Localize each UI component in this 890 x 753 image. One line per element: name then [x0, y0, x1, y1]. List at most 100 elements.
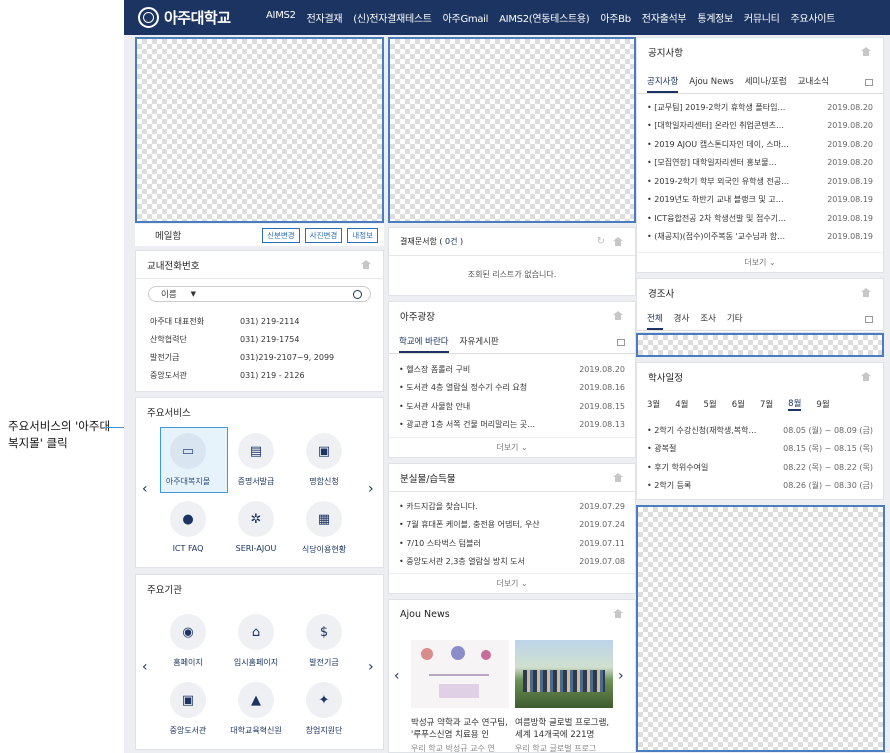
institution-item[interactable]: ✦ 창업지원단: [290, 677, 358, 745]
list-item[interactable]: • 2019 AJOU 캡스톤디자인 데이, 스마… 2019.08.20: [637, 135, 883, 154]
services-prev-arrow[interactable]: ‹: [142, 481, 148, 497]
list-item-title[interactable]: • 2019 AJOU 캡스톤디자인 데이, 스마…: [647, 139, 789, 150]
tab[interactable]: 학교에 바란다: [399, 335, 449, 353]
nav-item[interactable]: 전자결재: [307, 10, 343, 25]
news-next-arrow[interactable]: ›: [618, 668, 624, 684]
tab[interactable]: 기타: [727, 312, 743, 330]
service-item[interactable]: ✲ SERI-AJOU: [222, 496, 290, 564]
news-prev-arrow[interactable]: ‹: [394, 668, 400, 684]
expand-icon[interactable]: [617, 339, 625, 346]
nav-item[interactable]: 아주Bb: [600, 10, 631, 25]
news-item-2[interactable]: 여름방학 글로벌 프로그램, 세계 14개국에 221명 우리 학교 글로벌 프…: [515, 640, 613, 752]
status-change-button[interactable]: 신분변경: [262, 227, 300, 243]
home-icon[interactable]: [613, 609, 623, 619]
plaza-more-button[interactable]: 더보기 ⌄: [389, 437, 635, 457]
tab[interactable]: 교내소식: [798, 75, 829, 93]
list-item[interactable]: • 후기 학위수여일 08.22 (목) ~ 08.22 (목): [637, 458, 883, 477]
list-item[interactable]: • [대학일자리센터] 온라인 취업콘텐츠… 2019.08.20: [637, 117, 883, 136]
home-icon[interactable]: [613, 311, 623, 321]
list-item-title[interactable]: • 카드지갑을 찾습니다.: [399, 501, 478, 512]
institution-item[interactable]: ▣ 중앙도서관: [154, 677, 222, 745]
list-item[interactable]: • 2학기 수강신청(재학생,복학… 08.05 (월) ~ 08.09 (금): [637, 421, 883, 440]
logo[interactable]: 아주대학교: [138, 7, 250, 28]
tab[interactable]: 공지사항: [647, 75, 679, 93]
nav-item[interactable]: 전자출석부: [642, 10, 687, 25]
tab[interactable]: Ajou News: [689, 77, 733, 93]
list-item-title[interactable]: • 2019년도 하반기 교내 블랭크 및 고…: [647, 194, 784, 205]
month-tab[interactable]: 3월: [647, 398, 660, 410]
list-item[interactable]: • 도서관 4층 열람실 정수기 수리 요청 2019.08.16: [389, 379, 635, 398]
list-item[interactable]: • 헬스장 폼롤러 구비 2019.08.20: [389, 360, 635, 379]
home-icon[interactable]: [361, 259, 371, 270]
list-item-title[interactable]: • 후기 학위수여일: [647, 462, 708, 473]
list-item-title[interactable]: • [대학일자리센터] 온라인 취업콘텐츠…: [647, 120, 784, 131]
list-item-title[interactable]: • 헬스장 폼롤러 구비: [399, 364, 470, 375]
list-item[interactable]: • 도서관 사물함 안내 2019.08.15: [389, 397, 635, 416]
nav-item[interactable]: 통계정보: [697, 10, 733, 25]
search-icon[interactable]: [353, 289, 362, 299]
list-item[interactable]: • [교무팀] 2019-2학기 휴학생 폴타임… 2019.08.20: [637, 98, 883, 117]
nav-item[interactable]: 커뮤니티: [744, 10, 780, 25]
tab[interactable]: 경사: [674, 312, 690, 330]
news-title[interactable]: 박성규 약학과 교수 연구팀, '루푸스신염 치료용 인: [411, 717, 509, 741]
nav-item[interactable]: AIMS2: [266, 10, 296, 25]
news-title[interactable]: 여름방학 글로벌 프로그램, 세계 14개국에 221명: [515, 717, 613, 741]
list-item[interactable]: • [모집연장] 대학일자리센터 홍보물… 2019.08.20: [637, 154, 883, 173]
month-tab[interactable]: 5월: [703, 398, 716, 410]
expand-icon[interactable]: [865, 79, 873, 86]
list-item[interactable]: • 2019-2학기 학부 외국인 유학생 전공… 2019.08.19: [637, 172, 883, 191]
list-item[interactable]: • 2019년도 하반기 교내 블랭크 및 고… 2019.08.19: [637, 191, 883, 210]
list-item-title[interactable]: • 도서관 사물함 안내: [399, 401, 470, 412]
institution-item[interactable]: ◉ 홈페이지: [154, 609, 222, 677]
home-icon[interactable]: [613, 236, 623, 247]
list-item-title[interactable]: • 2학기 등록: [647, 480, 691, 491]
list-item-title[interactable]: • 도서관 4층 열람실 정수기 수리 요청: [399, 382, 527, 393]
institution-item[interactable]: ⌂ 입시홈페이지: [222, 609, 290, 677]
list-item-title[interactable]: • 7/10 스타벅스 텀블러: [399, 538, 481, 549]
service-item[interactable]: ▭ 아주대복지몰: [154, 428, 222, 496]
list-item-title[interactable]: • ICT융합전공 2차 학생선발 및 접수기…: [647, 213, 786, 224]
mail-label[interactable]: 메일함: [155, 228, 181, 242]
list-item[interactable]: • 7/10 스타벅스 텀블러 2019.07.11: [389, 534, 635, 553]
month-tab[interactable]: 6월: [732, 398, 745, 410]
institution-item[interactable]: $ 발전기금: [290, 609, 358, 677]
chevron-down-icon[interactable]: ▼: [191, 290, 196, 298]
service-item[interactable]: ▤ 증명서발급: [222, 428, 290, 496]
month-tab[interactable]: 4월: [675, 398, 688, 410]
nav-item[interactable]: 주요사이트: [791, 10, 836, 25]
nav-item[interactable]: (신)전자결재테스트: [353, 10, 432, 25]
list-item-title[interactable]: • 중앙도서관 2,3층 열람실 방치 도서: [399, 556, 525, 567]
nav-item[interactable]: 아주Gmail: [443, 10, 489, 25]
tab[interactable]: 조사: [700, 312, 716, 330]
list-item[interactable]: • 카드지갑을 찾습니다. 2019.07.29: [389, 497, 635, 516]
institution-item[interactable]: ▲ 대학교육혁신원: [222, 677, 290, 745]
list-item-title[interactable]: • 2학기 수강신청(재학생,복학…: [647, 425, 757, 436]
news-item-1[interactable]: 박성규 약학과 교수 연구팀, '루푸스신염 치료용 인 우리 학교 박성규 교…: [411, 640, 509, 752]
list-item-title[interactable]: • (채공지)(접수)이주복동 '교수님과 함…: [647, 231, 785, 242]
home-icon[interactable]: [613, 472, 623, 483]
list-item[interactable]: • (채공지)(접수)이주복동 '교수님과 함… 2019.08.19: [637, 228, 883, 247]
nav-item[interactable]: AIMS2(연동테스트용): [499, 10, 590, 25]
list-item[interactable]: • 7월 휴대폰 케이블, 충전용 어댑터, 우산 2019.07.24: [389, 516, 635, 535]
lost-found-more-button[interactable]: 더보기 ⌄: [389, 573, 635, 593]
tab[interactable]: 자유게시판: [460, 335, 499, 353]
list-item-title[interactable]: • 2019-2학기 학부 외국인 유학생 전공…: [647, 176, 789, 187]
list-item-title[interactable]: • 광복절: [647, 443, 676, 454]
list-item-title[interactable]: • [모집연장] 대학일자리센터 홍보물…: [647, 157, 777, 168]
services-next-arrow[interactable]: ›: [368, 481, 374, 497]
list-item[interactable]: • ICT융합전공 2차 학생선발 및 접수기… 2019.08.19: [637, 209, 883, 228]
list-item-title[interactable]: • [교무팀] 2019-2학기 휴학생 폴타임…: [647, 102, 785, 113]
list-item[interactable]: • 광복절 08.15 (목) ~ 08.15 (목): [637, 440, 883, 459]
service-item[interactable]: ● ICT FAQ: [154, 496, 222, 564]
notice-more-button[interactable]: 더보기 ⌄: [637, 252, 883, 272]
month-tab[interactable]: 8월: [788, 397, 802, 411]
home-icon[interactable]: [861, 288, 871, 298]
home-icon[interactable]: [861, 47, 871, 57]
refresh-icon[interactable]: ↻: [597, 236, 605, 247]
list-item-title[interactable]: • 광교관 1층 서쪽 건물 머리말리는 곳…: [399, 419, 535, 430]
list-item-title[interactable]: • 7월 휴대폰 케이블, 충전용 어댑터, 우산: [399, 519, 540, 530]
service-item[interactable]: ▣ 명함신청: [290, 428, 358, 496]
service-item[interactable]: ▦ 식당이용현황: [290, 496, 358, 564]
search-select[interactable]: 이름: [161, 288, 177, 300]
home-icon[interactable]: [861, 372, 871, 382]
